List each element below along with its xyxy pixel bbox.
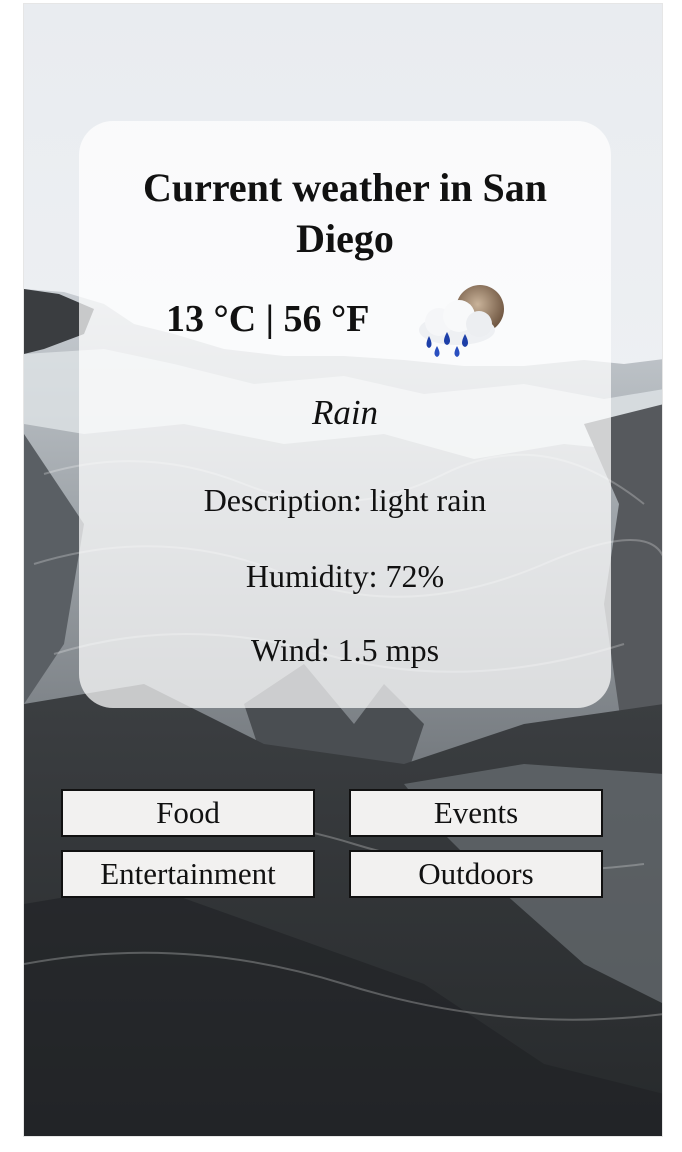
rain-cloud-icon	[419, 285, 504, 357]
weather-humidity: Humidity: 72%	[245, 558, 445, 594]
weather-description: Description: light rain	[203, 482, 487, 518]
outdoors-button[interactable]: Outdoors	[349, 850, 603, 898]
temperature-row: 13 °C | 56 °F	[79, 284, 611, 368]
weather-wind: Wind: 1.5 mps	[250, 632, 440, 668]
events-button[interactable]: Events	[349, 789, 603, 837]
entertainment-button[interactable]: Entertainment	[61, 850, 315, 898]
weather-condition: Rain	[311, 393, 379, 432]
weather-title: Current weather in San Diego	[142, 165, 548, 261]
temperature-text: 13 °C | 56 °F	[166, 298, 370, 340]
app-frame: Current weather in San Diego 13 °C | 56 …	[23, 3, 663, 1137]
food-button[interactable]: Food	[61, 789, 315, 837]
weather-card: Current weather in San Diego 13 °C | 56 …	[79, 121, 611, 708]
